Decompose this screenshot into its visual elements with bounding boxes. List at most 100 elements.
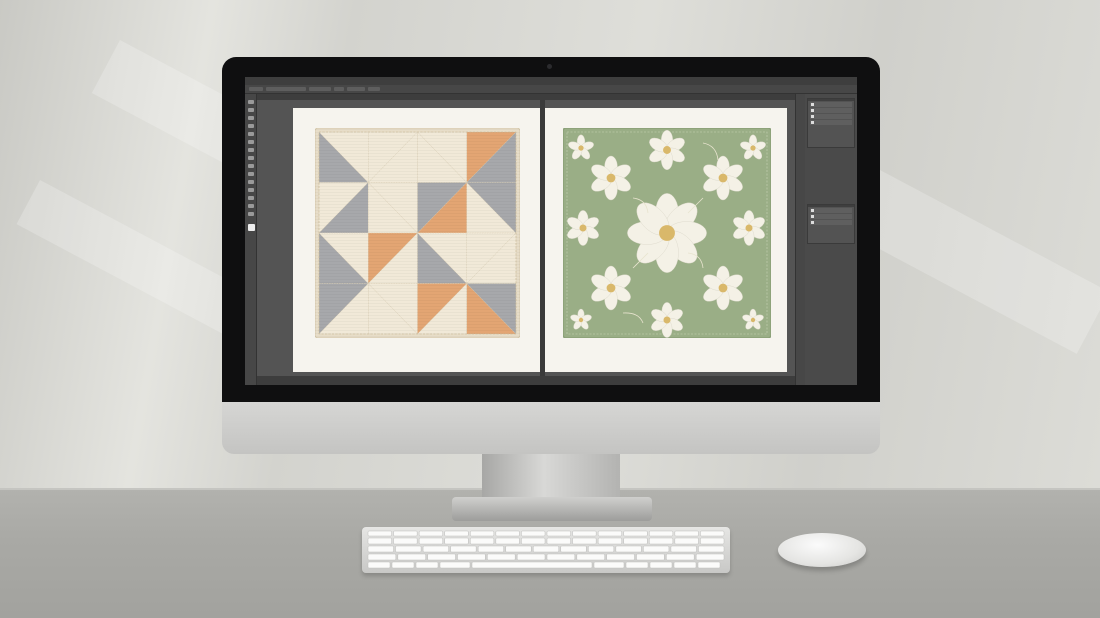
keyboard-key — [546, 537, 571, 545]
quilt-pattern-image — [315, 128, 520, 338]
keyboard-key — [674, 530, 699, 537]
panel-icon-strip — [795, 94, 805, 385]
keyboard-key — [505, 545, 532, 553]
keyboard-key — [367, 545, 394, 553]
keyboard-key — [700, 537, 725, 545]
move-tool-icon[interactable] — [248, 100, 254, 104]
text-tool-icon[interactable] — [248, 188, 254, 192]
layer-row[interactable] — [810, 114, 852, 119]
floral-pattern-image — [563, 128, 771, 338]
brush-tool-icon[interactable] — [248, 148, 254, 152]
keyboard-key — [673, 561, 697, 569]
property-row[interactable] — [810, 220, 852, 225]
keyboard-key — [643, 545, 670, 553]
layers-panel — [807, 98, 855, 148]
keyboard-key — [625, 561, 649, 569]
hand-tool-icon[interactable] — [248, 204, 254, 208]
keyboard-key — [597, 530, 622, 537]
keyboard-key — [674, 537, 699, 545]
option-control[interactable] — [249, 87, 263, 91]
keyboard-key — [477, 545, 504, 553]
eyedropper-tool-icon[interactable] — [248, 140, 254, 144]
layer-row[interactable] — [810, 108, 852, 113]
keyboard-key — [487, 553, 516, 561]
keyboard-key — [588, 545, 615, 553]
keyboard-key — [700, 530, 725, 537]
stamp-tool-icon[interactable] — [248, 156, 254, 160]
keyboard-key — [395, 545, 422, 553]
keyboard-key — [623, 537, 648, 545]
monitor-stand — [482, 454, 620, 498]
keyboard-key — [450, 545, 477, 553]
options-bar — [245, 85, 857, 94]
keyboard-key — [649, 561, 673, 569]
tools-panel — [245, 94, 257, 385]
option-control[interactable] — [347, 87, 365, 91]
zoom-tool-icon[interactable] — [248, 212, 254, 216]
keyboard-key — [418, 530, 443, 537]
keyboard-key — [697, 561, 721, 569]
eraser-tool-icon[interactable] — [248, 164, 254, 168]
keyboard-key — [367, 537, 392, 545]
layer-row[interactable] — [810, 120, 852, 125]
document-left[interactable] — [293, 108, 540, 372]
keyboard-key — [391, 561, 415, 569]
flower-motif — [627, 193, 707, 273]
keyboard-key — [495, 537, 520, 545]
keyboard-key — [457, 553, 486, 561]
option-control[interactable] — [266, 87, 306, 91]
keyboard-key — [572, 530, 597, 537]
marquee-tool-icon[interactable] — [248, 108, 254, 112]
select-tool-icon[interactable] — [248, 124, 254, 128]
monitor-chin — [222, 402, 880, 454]
keyboard — [362, 527, 730, 573]
status-bar — [257, 376, 795, 385]
keyboard-key — [367, 561, 391, 569]
app-window — [245, 77, 857, 385]
option-control[interactable] — [309, 87, 331, 91]
keyboard-key — [546, 553, 576, 561]
keyboard-key — [495, 530, 520, 537]
keyboard-key — [695, 553, 725, 561]
option-control[interactable] — [334, 87, 344, 91]
pen-tool-icon[interactable] — [248, 180, 254, 184]
camera-icon — [547, 64, 552, 69]
keyboard-key — [597, 537, 622, 545]
keyboard-key — [427, 553, 456, 561]
keyboard-key — [593, 561, 625, 569]
canvas-area[interactable] — [257, 100, 795, 376]
keyboard-key — [670, 545, 697, 553]
layer-row[interactable] — [810, 102, 852, 107]
keyboard-key — [576, 553, 605, 561]
keyboard-key — [393, 537, 418, 545]
menu-bar — [245, 77, 857, 85]
crop-tool-icon[interactable] — [248, 132, 254, 136]
property-row[interactable] — [810, 208, 852, 213]
keyboard-key — [422, 545, 449, 553]
shape-tool-icon[interactable] — [248, 196, 254, 200]
keyboard-key — [606, 553, 635, 561]
mouse — [778, 533, 866, 567]
lasso-tool-icon[interactable] — [248, 116, 254, 120]
keyboard-key — [393, 530, 418, 537]
keyboard-key — [666, 553, 695, 561]
keyboard-key — [521, 537, 546, 545]
keyboard-key — [367, 553, 397, 561]
keyboard-key — [516, 553, 546, 561]
keyboard-key — [470, 537, 495, 545]
option-control[interactable] — [368, 87, 380, 91]
keyboard-keys — [367, 530, 725, 569]
keyboard-key — [470, 530, 495, 537]
document-right[interactable] — [545, 108, 787, 372]
property-row[interactable] — [810, 214, 852, 219]
keyboard-key — [418, 537, 443, 545]
keyboard-key — [444, 530, 469, 537]
gradient-tool-icon[interactable] — [248, 172, 254, 176]
layers-panel-title[interactable] — [808, 99, 854, 101]
keyboard-key — [615, 545, 642, 553]
properties-panel-title[interactable] — [808, 205, 854, 207]
keyboard-key — [698, 545, 725, 553]
keyboard-key — [572, 537, 597, 545]
color-swatch-icon[interactable] — [248, 224, 255, 231]
keyboard-key — [560, 545, 587, 553]
